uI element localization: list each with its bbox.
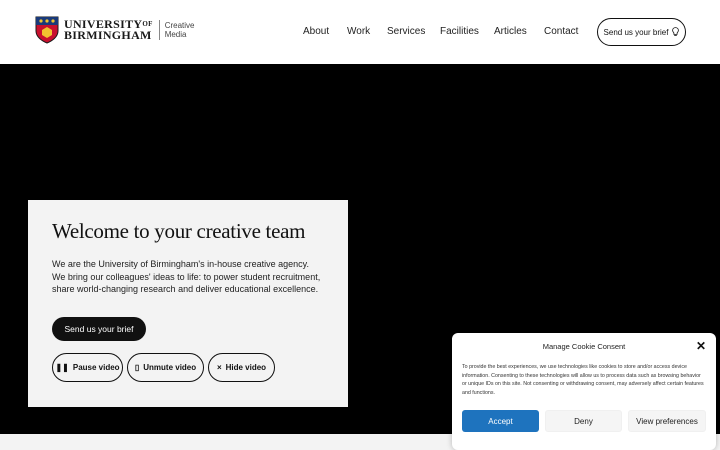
nav-work[interactable]: Work — [347, 26, 370, 37]
logo-wordmark: UNIVERSITYOF BIRMINGHAM — [64, 18, 153, 42]
cookie-consent-dialog: Manage Cookie Consent ✕ To provide the b… — [452, 333, 716, 450]
lightbulb-icon — [672, 27, 680, 37]
header-brief-label: Send us your brief — [603, 27, 669, 37]
logo-line-2: BIRMINGHAM — [64, 28, 152, 42]
logo-divider — [158, 20, 160, 40]
close-icon[interactable]: ✕ — [696, 339, 706, 353]
pause-video-button[interactable]: ❚❚ Pause video — [52, 353, 123, 382]
logo-subbrand: Creative Media — [165, 21, 195, 39]
logo-sub-line-2: Media — [164, 30, 187, 39]
nav-services[interactable]: Services — [387, 26, 425, 37]
deny-button[interactable]: Deny — [545, 410, 622, 432]
nav-about[interactable]: About — [303, 26, 329, 37]
hide-video-label: Hide video — [225, 363, 267, 372]
speaker-icon: ▯ — [134, 363, 140, 372]
logo-of: OF — [142, 20, 153, 28]
header-brief-button[interactable]: Send us your brief — [597, 18, 686, 46]
hero-title: Welcome to your creative team — [52, 219, 306, 243]
unmute-video-button[interactable]: ▯ Unmute video — [127, 353, 204, 382]
cookie-title: Manage Cookie Consent — [542, 342, 626, 351]
site-header: UNIVERSITYOF BIRMINGHAM Creative Media A… — [0, 0, 720, 64]
hero-brief-button[interactable]: Send us your brief — [52, 317, 146, 341]
hide-video-button[interactable]: × Hide video — [208, 353, 275, 382]
nav-facilities[interactable]: Facilities — [440, 26, 479, 37]
logo-sub-line-1: Creative — [164, 21, 195, 30]
university-logo[interactable]: UNIVERSITYOF BIRMINGHAM Creative Media — [35, 16, 194, 44]
nav-contact[interactable]: Contact — [544, 26, 578, 37]
cookie-body: To provide the best experiences, we use … — [462, 364, 704, 396]
unmute-video-label: Unmute video — [143, 363, 197, 372]
view-preferences-button[interactable]: View preferences — [628, 410, 706, 432]
accept-button[interactable]: Accept — [462, 410, 539, 432]
pause-video-label: Pause video — [72, 363, 120, 372]
pause-icon: ❚❚ — [55, 363, 69, 372]
crest-icon — [35, 16, 59, 44]
hero-description: We are the University of Birmingham's in… — [52, 259, 321, 294]
nav-articles[interactable]: Articles — [494, 26, 527, 37]
hero-card: Welcome to your creative team We are the… — [28, 200, 348, 407]
close-icon: × — [216, 363, 222, 372]
